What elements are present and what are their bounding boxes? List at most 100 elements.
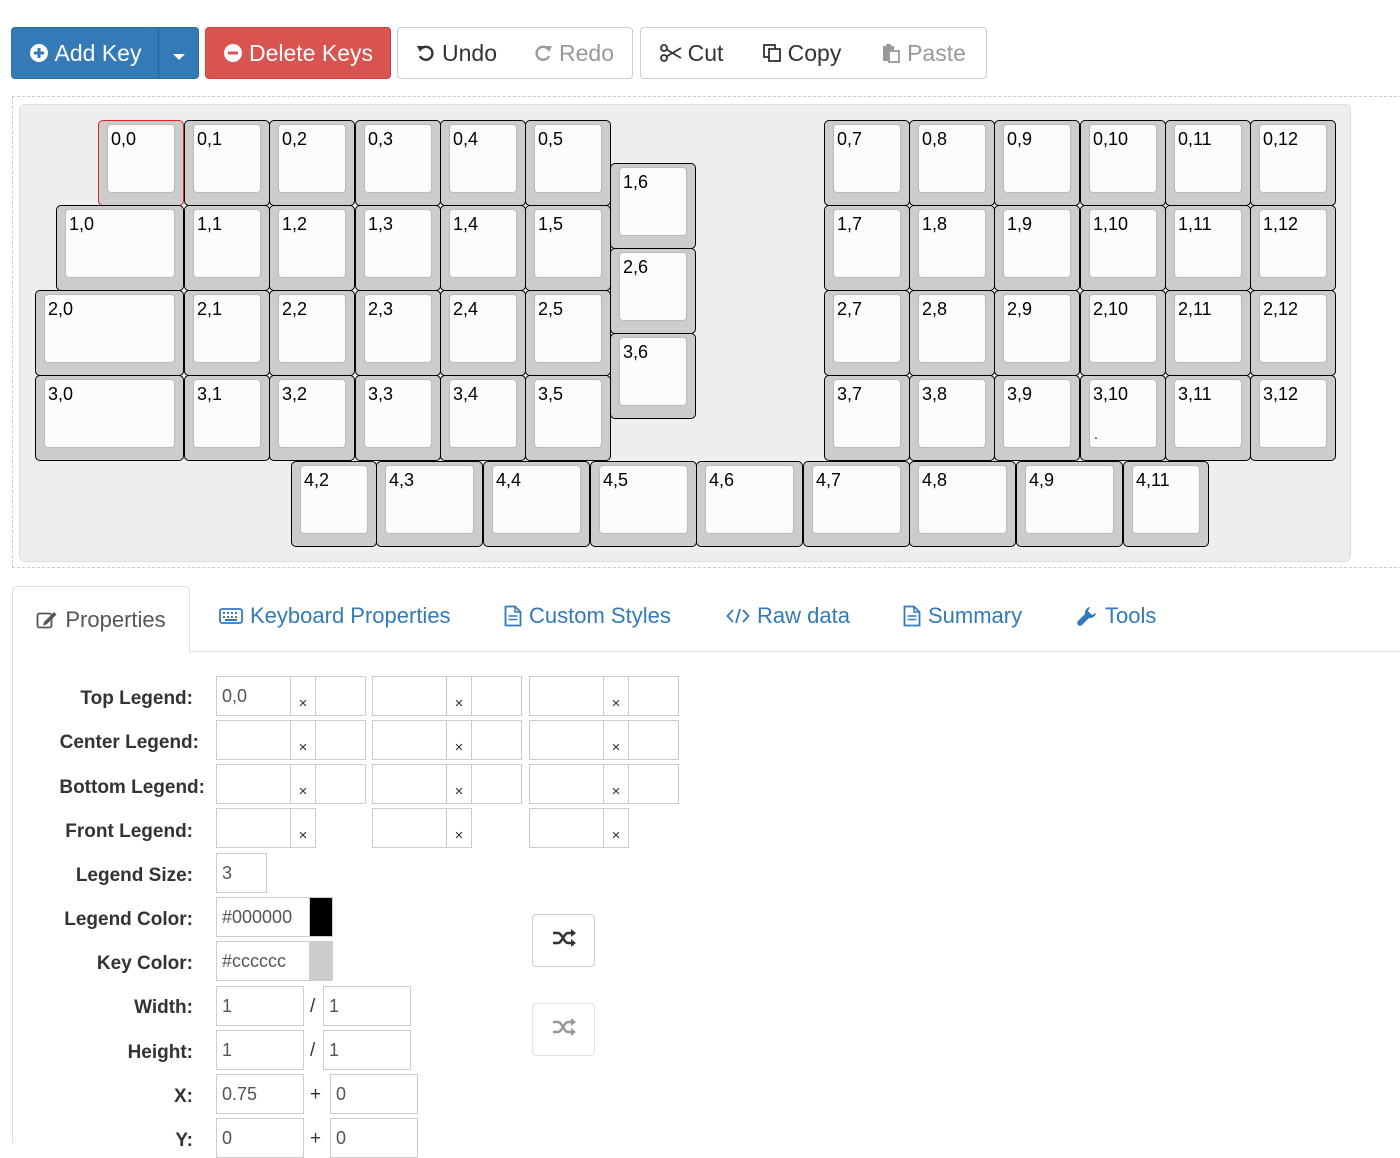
key-1-11[interactable]: 1,11: [1165, 205, 1251, 291]
key-3-4[interactable]: 3,4: [440, 375, 526, 461]
key-2-5[interactable]: 2,5: [525, 290, 611, 376]
center-legend-input-3[interactable]: [529, 720, 604, 760]
key-1-5[interactable]: 1,5: [525, 205, 611, 291]
top-legend-size-input-2[interactable]: [471, 676, 522, 716]
key-1-1[interactable]: 1,1: [184, 205, 270, 291]
add-key-dropdown-button[interactable]: [158, 27, 199, 79]
key-1-8[interactable]: 1,8: [909, 205, 995, 291]
top-legend-input-3[interactable]: [529, 676, 604, 716]
key-2-10[interactable]: 2,10: [1080, 290, 1166, 376]
key-3-12[interactable]: 3,12: [1250, 375, 1336, 461]
clear-bottom-legend-button[interactable]: ×: [603, 764, 629, 804]
add-key-button[interactable]: Add Key: [11, 27, 159, 79]
key-3-2[interactable]: 3,2: [269, 375, 355, 461]
key-2-6[interactable]: 2,6: [610, 248, 696, 334]
key-4-8[interactable]: 4,8: [909, 461, 1016, 547]
x2-input[interactable]: 0: [330, 1074, 418, 1114]
height2-input[interactable]: 1: [323, 1030, 411, 1070]
top-legend-size-input-3[interactable]: [628, 676, 679, 716]
center-legend-input-2[interactable]: [372, 720, 447, 760]
y-input[interactable]: 0: [216, 1118, 304, 1158]
key-0-0[interactable]: 0,0: [98, 120, 184, 206]
key-1-4[interactable]: 1,4: [440, 205, 526, 291]
tab-summary[interactable]: Summary: [903, 603, 1022, 629]
center-legend-input-1[interactable]: [216, 720, 291, 760]
key-4-4[interactable]: 4,4: [483, 461, 590, 547]
key-4-7[interactable]: 4,7: [803, 461, 910, 547]
key-3-9[interactable]: 3,9: [994, 375, 1080, 461]
bottom-legend-size-input-1[interactable]: [315, 764, 366, 804]
key-4-6[interactable]: 4,6: [696, 461, 803, 547]
key-4-11[interactable]: 4,11: [1123, 461, 1209, 547]
front-legend-input-2[interactable]: [372, 808, 447, 848]
key-0-4[interactable]: 0,4: [440, 120, 526, 206]
key-0-8[interactable]: 0,8: [909, 120, 995, 206]
key-1-9[interactable]: 1,9: [994, 205, 1080, 291]
front-legend-input-1[interactable]: [216, 808, 291, 848]
cut-button[interactable]: Cut: [640, 27, 743, 79]
clear-top-legend-button[interactable]: ×: [603, 676, 629, 716]
top-legend-size-input-1[interactable]: [315, 676, 366, 716]
bottom-legend-input-2[interactable]: [372, 764, 447, 804]
key-2-7[interactable]: 2,7: [824, 290, 910, 376]
key-0-11[interactable]: 0,11: [1165, 120, 1251, 206]
bottom-legend-input-3[interactable]: [529, 764, 604, 804]
x-input[interactable]: 0.75: [216, 1074, 304, 1114]
top-legend-input-2[interactable]: [372, 676, 447, 716]
clear-top-legend-button[interactable]: ×: [446, 676, 472, 716]
tab-keyboard-properties[interactable]: Keyboard Properties: [219, 603, 451, 629]
center-legend-size-input-1[interactable]: [315, 720, 366, 760]
key-4-5[interactable]: 4,5: [590, 461, 697, 547]
width-input[interactable]: 1: [216, 986, 304, 1026]
clear-center-legend-button[interactable]: ×: [603, 720, 629, 760]
key-3-10[interactable]: 3,10.: [1080, 375, 1166, 461]
swap-size-button[interactable]: [532, 1003, 595, 1056]
key-2-12[interactable]: 2,12: [1250, 290, 1336, 376]
swap-colors-button[interactable]: [532, 914, 595, 967]
clear-bottom-legend-button[interactable]: ×: [446, 764, 472, 804]
width2-input[interactable]: 1: [323, 986, 411, 1026]
tab-raw-data[interactable]: Raw data: [726, 603, 850, 629]
tab-custom-styles[interactable]: Custom Styles: [504, 603, 671, 629]
key-3-1[interactable]: 3,1: [184, 375, 270, 461]
key-3-3[interactable]: 3,3: [355, 375, 441, 461]
legend-color-swatch[interactable]: [309, 897, 333, 937]
key-0-1[interactable]: 0,1: [184, 120, 270, 206]
clear-front-legend-button[interactable]: ×: [603, 808, 629, 848]
clear-front-legend-button[interactable]: ×: [446, 808, 472, 848]
key-0-12[interactable]: 0,12: [1250, 120, 1336, 206]
key-3-5[interactable]: 3,5: [525, 375, 611, 461]
clear-center-legend-button[interactable]: ×: [290, 720, 316, 760]
key-3-8[interactable]: 3,8: [909, 375, 995, 461]
key-2-8[interactable]: 2,8: [909, 290, 995, 376]
tab-tools[interactable]: Tools: [1076, 603, 1156, 629]
key-4-2[interactable]: 4,2: [291, 461, 377, 547]
key-0-9[interactable]: 0,9: [994, 120, 1080, 206]
key-0-2[interactable]: 0,2: [269, 120, 355, 206]
clear-center-legend-button[interactable]: ×: [446, 720, 472, 760]
key-3-11[interactable]: 3,11: [1165, 375, 1251, 461]
height-input[interactable]: 1: [216, 1030, 304, 1070]
key-3-7[interactable]: 3,7: [824, 375, 910, 461]
key-1-0[interactable]: 1,0: [56, 205, 184, 291]
key-2-11[interactable]: 2,11: [1165, 290, 1251, 376]
legend-size-input[interactable]: 3: [216, 853, 267, 893]
bottom-legend-size-input-2[interactable]: [471, 764, 522, 804]
key-3-6[interactable]: 3,6: [610, 333, 696, 419]
key-1-7[interactable]: 1,7: [824, 205, 910, 291]
legend-color-input[interactable]: #000000: [216, 897, 310, 937]
key-color-input[interactable]: #cccccc: [216, 941, 310, 981]
key-color-swatch[interactable]: [309, 941, 333, 981]
key-0-10[interactable]: 0,10: [1080, 120, 1166, 206]
clear-top-legend-button[interactable]: ×: [290, 676, 316, 716]
key-3-0[interactable]: 3,0: [35, 375, 184, 461]
undo-button[interactable]: Undo: [397, 27, 516, 79]
key-0-7[interactable]: 0,7: [824, 120, 910, 206]
key-4-3[interactable]: 4,3: [376, 461, 483, 547]
copy-button[interactable]: Copy: [742, 27, 862, 79]
y2-input[interactable]: 0: [330, 1118, 418, 1158]
front-legend-input-3[interactable]: [529, 808, 604, 848]
key-1-10[interactable]: 1,10: [1080, 205, 1166, 291]
key-2-0[interactable]: 2,0: [35, 290, 184, 376]
key-0-5[interactable]: 0,5: [525, 120, 611, 206]
